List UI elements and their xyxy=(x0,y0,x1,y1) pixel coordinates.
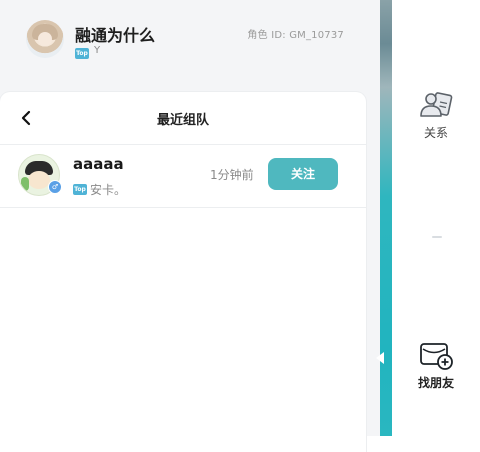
sidebar-item-label: 关系 xyxy=(423,126,448,140)
member-tag: Top xyxy=(73,184,87,195)
sidebar-item-relationship[interactable]: 关系 xyxy=(392,88,480,144)
avatar-leaf xyxy=(21,177,29,191)
right-sidebar: 关系 找朋友 xyxy=(392,0,480,436)
sidebar-item-label: 找朋友 xyxy=(417,376,454,390)
avatar-face xyxy=(28,171,50,189)
background-strip xyxy=(380,0,392,436)
relationship-icon xyxy=(420,92,453,117)
member-time: 1分钟前 xyxy=(210,168,254,182)
member-subtext: 安卡。 xyxy=(90,183,127,197)
profile-avatar[interactable] xyxy=(26,20,64,58)
member-name: aaaaa xyxy=(73,155,124,173)
gender-badge-icon: ♂ xyxy=(48,180,62,194)
follow-button[interactable]: 关注 xyxy=(268,158,338,190)
card-header: 最近组队 xyxy=(0,92,366,145)
profile-header: 融通为什么 Top Y 角色 ID: GM_10737 xyxy=(0,0,380,88)
left-panel: 融通为什么 Top Y 角色 ID: GM_10737 最近组队 ♂ aaaaa… xyxy=(0,0,380,452)
profile-subtext: Y xyxy=(94,45,101,56)
profile-tag: Top xyxy=(75,48,89,59)
find-friends-icon xyxy=(420,343,453,370)
role-id: 角色 ID: GM_10737 xyxy=(247,30,344,41)
recent-teams-card: 最近组队 ♂ aaaaa Top 安卡。 1分钟前 关注 xyxy=(0,92,366,452)
sidebar-item-find-friends[interactable]: 找朋友 xyxy=(392,340,480,400)
sidebar-divider xyxy=(432,236,442,238)
avatar-face xyxy=(38,32,52,46)
profile-name: 融通为什么 xyxy=(75,26,156,45)
card-title: 最近组队 xyxy=(156,113,209,128)
